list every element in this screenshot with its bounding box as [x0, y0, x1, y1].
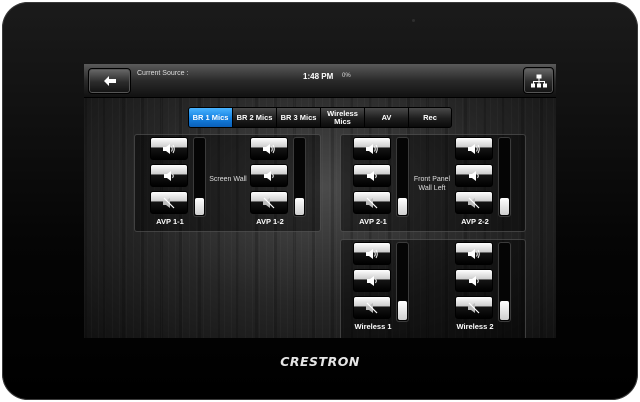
level-fill: [195, 198, 204, 215]
touch-screen: Current Source : 1:48 PM 0% BR 1 Mics BR…: [84, 64, 556, 338]
network-tree-icon: [530, 74, 547, 87]
tab-br3-mics[interactable]: BR 3 Mics: [277, 108, 321, 127]
speaker-loud-icon: [366, 248, 378, 259]
tab-av[interactable]: AV: [365, 108, 409, 127]
volume-down-button[interactable]: [250, 164, 288, 187]
level-meter: [396, 137, 409, 217]
channel-label: Wireless 2: [456, 322, 494, 331]
mute-button[interactable]: [455, 191, 493, 214]
level-meter: [293, 137, 306, 217]
level-fill: [500, 198, 509, 215]
speaker-quiet-icon: [164, 170, 174, 181]
tab-bar: BR 1 Mics BR 2 Mics BR 3 Mics Wireless M…: [188, 107, 452, 128]
camera-dot: [412, 19, 415, 22]
current-source-label: Current Source :: [137, 70, 189, 77]
speaker-mute-icon: [366, 197, 378, 208]
volume-up-button[interactable]: [353, 137, 391, 160]
speaker-loud-icon: [263, 143, 275, 154]
speaker-loud-icon: [468, 143, 480, 154]
speaker-mute-icon: [163, 197, 175, 208]
tab-rec[interactable]: Rec: [409, 108, 451, 127]
clock: 1:48 PM: [303, 72, 334, 81]
speaker-loud-icon: [468, 248, 480, 259]
speaker-mute-icon: [468, 302, 480, 313]
top-bar: Current Source : 1:48 PM 0%: [84, 64, 556, 98]
speaker-quiet-icon: [469, 275, 479, 286]
tab-br1-mics[interactable]: BR 1 Mics: [189, 108, 233, 127]
speaker-loud-icon: [366, 143, 378, 154]
network-button[interactable]: [523, 67, 554, 94]
channel-label: Wireless 1: [354, 322, 392, 331]
level-fill: [398, 198, 407, 215]
level-meter: [498, 242, 511, 322]
level-meter: [498, 137, 511, 217]
volume-up-button[interactable]: [150, 137, 188, 160]
channel-label: AVP 2-2: [461, 217, 489, 226]
back-button[interactable]: [88, 68, 131, 94]
tab-wireless-mics[interactable]: Wireless Mics: [321, 108, 365, 127]
mute-button[interactable]: [250, 191, 288, 214]
channel-label: AVP 1-2: [256, 217, 284, 226]
room-label-front-panel: Front Panel Wall Left: [413, 176, 451, 192]
volume-down-button[interactable]: [353, 164, 391, 187]
speaker-loud-icon: [163, 143, 175, 154]
volume-up-button[interactable]: [353, 242, 391, 265]
level-meter: [396, 242, 409, 322]
volume-up-button[interactable]: [250, 137, 288, 160]
level-fill: [295, 198, 304, 215]
mute-button[interactable]: [150, 191, 188, 214]
speaker-quiet-icon: [367, 275, 377, 286]
brand-logo: CRESTRON: [280, 354, 360, 369]
mute-button[interactable]: [455, 296, 493, 319]
speaker-quiet-icon: [367, 170, 377, 181]
level-meter: [193, 137, 206, 217]
speaker-quiet-icon: [469, 170, 479, 181]
channel-label: AVP 1-1: [156, 217, 184, 226]
speaker-mute-icon: [263, 197, 275, 208]
speaker-mute-icon: [468, 197, 480, 208]
volume-down-button[interactable]: [455, 164, 493, 187]
volume-down-button[interactable]: [150, 164, 188, 187]
channel-label: AVP 2-1: [359, 217, 387, 226]
mute-button[interactable]: [353, 296, 391, 319]
tab-br2-mics[interactable]: BR 2 Mics: [233, 108, 277, 127]
speaker-mute-icon: [366, 302, 378, 313]
volume-up-button[interactable]: [455, 137, 493, 160]
level-fill: [500, 301, 509, 320]
battery-percent: 0%: [342, 73, 351, 79]
volume-up-button[interactable]: [455, 242, 493, 265]
back-arrow-icon: [103, 76, 116, 86]
room-label-screen-wall: Screen Wall: [209, 176, 247, 183]
mute-button[interactable]: [353, 191, 391, 214]
level-fill: [398, 301, 407, 320]
volume-down-button[interactable]: [455, 269, 493, 292]
speaker-quiet-icon: [264, 170, 274, 181]
volume-down-button[interactable]: [353, 269, 391, 292]
